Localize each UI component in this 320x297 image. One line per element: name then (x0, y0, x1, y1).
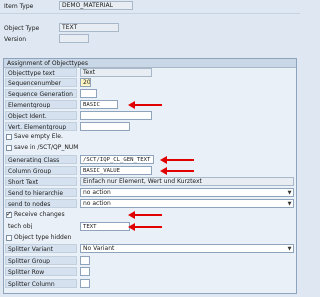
chevron-down-icon[interactable]: ▼ (287, 200, 292, 207)
column-group-field[interactable]: BASIC_VALUE (80, 166, 152, 175)
sequencenumber-field[interactable]: 20 (80, 78, 91, 87)
elementgroup-label: Elementgroup (5, 100, 77, 109)
save-empty-label: Save empty Ele. (14, 133, 63, 140)
splitter-group-field[interactable] (80, 256, 90, 265)
elementgroup-field[interactable]: BASIC (80, 100, 118, 109)
group-title: Assignment of Objecttypes (4, 59, 296, 68)
object-type-hidden-label: Object type hidden (14, 234, 72, 241)
short-text-field[interactable]: Einfach nur Element, Wert und Kurztext (80, 177, 294, 186)
splitter-variant-label: Splitter Variant (5, 244, 77, 253)
object-type-field[interactable]: TEXT (59, 23, 119, 32)
objecttype-text-label: Objecttype text (5, 68, 77, 77)
splitter-column-label: Splitter Column (5, 279, 77, 288)
tech-obj-label: tech obj (8, 223, 33, 230)
version-label: Version (4, 36, 27, 43)
version-field[interactable] (59, 34, 89, 43)
elementgroup-annotation-arrow (128, 101, 162, 109)
splitter-row-label: Splitter Row (5, 267, 77, 276)
vert-elementgroup-label: Vert. Elementgroup (5, 122, 77, 131)
generating-class-annotation-arrow (160, 156, 194, 164)
generating-class-label: Generating Class (5, 155, 77, 164)
receive-changes-label: Receive changes (14, 211, 65, 218)
objecttype-text-field[interactable]: Text (80, 68, 152, 77)
short-text-label: Short Text (5, 177, 77, 186)
object-ident-label: Object Ident. (5, 111, 77, 120)
sequence-generation-label: Sequence Generation (5, 89, 77, 98)
splitter-group-label: Splitter Group (5, 256, 77, 265)
object-type-hidden-checkbox[interactable] (6, 235, 12, 241)
column-group-annotation-arrow (160, 167, 194, 175)
vert-elementgroup-field[interactable] (80, 122, 130, 131)
send-nodes-label: send to nodes (5, 199, 77, 208)
chevron-down-icon[interactable]: ▼ (287, 245, 292, 252)
column-group-label: Column Group (5, 166, 77, 175)
send-hierarchie-dropdown[interactable]: no action ▼ (80, 188, 294, 197)
send-hierarchie-label: Send to hierarchie (5, 188, 77, 197)
object-ident-field[interactable] (80, 111, 152, 120)
object-type-label: Object Type (4, 25, 40, 32)
send-nodes-value: no action (83, 200, 111, 207)
tech-obj-field[interactable]: TEXT (80, 222, 130, 231)
receive-changes-checkbox[interactable] (6, 210, 12, 218)
save-empty-checkbox[interactable] (6, 134, 12, 140)
send-nodes-dropdown[interactable]: no action ▼ (80, 199, 294, 208)
header-separator (0, 13, 300, 14)
item-type-field[interactable]: DEMO_MATERIAL (59, 1, 133, 10)
generating-class-field[interactable]: /SCT/IQP_CL_GEN_TEXT (80, 155, 154, 164)
splitter-row-field[interactable] (80, 267, 90, 276)
save-in-label: save in /SCT/QP_NUM (14, 144, 79, 151)
chevron-down-icon[interactable]: ▼ (287, 189, 292, 196)
splitter-column-field[interactable] (80, 279, 90, 288)
send-hierarchie-value: no action (83, 189, 111, 196)
save-in-checkbox[interactable] (6, 145, 12, 151)
item-type-label: Item Type (4, 3, 34, 10)
sequencenumber-label: Sequencenumber (5, 78, 77, 87)
splitter-variant-dropdown[interactable]: No Variant ▼ (80, 244, 294, 253)
splitter-variant-value: No Variant (83, 245, 115, 252)
sequence-generation-field[interactable] (80, 89, 97, 98)
receive-changes-annotation-arrow (128, 211, 162, 219)
tech-obj-annotation-arrow (128, 223, 162, 231)
